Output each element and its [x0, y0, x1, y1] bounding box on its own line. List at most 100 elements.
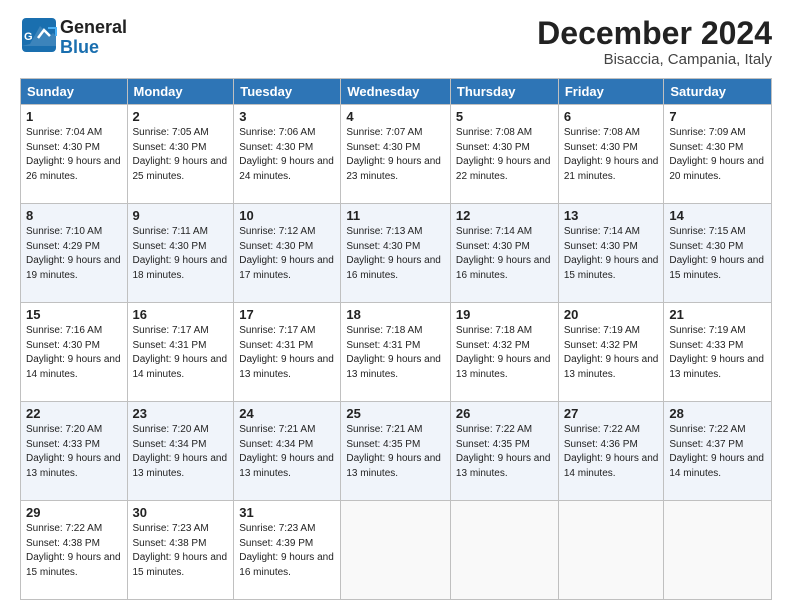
page: G General Blue December 2024 Bisaccia, C… — [0, 0, 792, 612]
day-info: Sunrise: 7:14 AMSunset: 4:30 PMDaylight:… — [456, 225, 553, 283]
day-number: 23 — [133, 406, 229, 421]
day-number: 26 — [456, 406, 553, 421]
day-info: Sunrise: 7:20 AMSunset: 4:34 PMDaylight:… — [133, 423, 229, 481]
title-block: December 2024 Bisaccia, Campania, Italy — [537, 16, 772, 68]
logo-icon: G — [20, 16, 58, 54]
calendar-week-5: 29 Sunrise: 7:22 AMSunset: 4:38 PMDayligh… — [21, 501, 772, 600]
location: Bisaccia, Campania, Italy — [537, 51, 772, 68]
day-number: 29 — [26, 505, 122, 520]
calendar-cell: 5Sunrise: 7:08 AMSunset: 4:30 PMDaylight… — [450, 105, 558, 204]
calendar-cell: 29 Sunrise: 7:22 AMSunset: 4:38 PMDayligh… — [21, 501, 128, 600]
day-number: 31 — [239, 505, 335, 520]
day-number: 17 — [239, 307, 335, 322]
day-info: Sunrise: 7:23 AMSunset: 4:38 PMDaylight:… — [133, 522, 229, 580]
day-number: 3 — [239, 109, 335, 124]
calendar-cell: 28 Sunrise: 7:22 AMSunset: 4:37 PMDayligh… — [664, 402, 772, 501]
month-title: December 2024 — [537, 16, 772, 51]
calendar-cell: 4 Sunrise: 7:07 AMSunset: 4:30 PMDaylight… — [341, 105, 451, 204]
calendar-cell: 19 Sunrise: 7:18 AMSunset: 4:32 PMDayligh… — [450, 303, 558, 402]
day-info: Sunrise: 7:07 AMSunset: 4:30 PMDaylight:… — [346, 126, 445, 184]
day-info: Sunrise: 7:11 AMSunset: 4:30 PMDaylight:… — [133, 225, 229, 283]
calendar-cell: 6 Sunrise: 7:08 AMSunset: 4:30 PMDaylight… — [558, 105, 664, 204]
day-info: Sunrise: 7:20 AMSunset: 4:33 PMDaylight:… — [26, 423, 122, 481]
day-info: Sunrise: 7:17 AMSunset: 4:31 PMDaylight:… — [239, 324, 335, 382]
day-number: 6 — [564, 109, 659, 124]
day-number: 19 — [456, 307, 553, 322]
day-info: Sunrise: 7:23 AMSunset: 4:39 PMDaylight:… — [239, 522, 335, 580]
day-info: Sunrise: 7:09 AMSunset: 4:30 PMDaylight:… — [669, 126, 766, 184]
calendar-cell: 31 Sunrise: 7:23 AMSunset: 4:39 PMDayligh… — [234, 501, 341, 600]
day-number: 7 — [669, 109, 766, 124]
calendar-cell: 22 Sunrise: 7:20 AMSunset: 4:33 PMDayligh… — [21, 402, 128, 501]
day-number: 2 — [133, 109, 229, 124]
day-number: 10 — [239, 208, 335, 223]
calendar-cell: 24Sunrise: 7:21 AMSunset: 4:34 PMDayligh… — [234, 402, 341, 501]
calendar-cell: 12 Sunrise: 7:14 AMSunset: 4:30 PMDayligh… — [450, 204, 558, 303]
calendar-cell: 18 Sunrise: 7:18 AMSunset: 4:31 PMDayligh… — [341, 303, 451, 402]
calendar-cell: 13 Sunrise: 7:14 AMSunset: 4:30 PMDayligh… — [558, 204, 664, 303]
day-info: Sunrise: 7:06 AMSunset: 4:30 PMDaylight:… — [239, 126, 335, 184]
day-info: Sunrise: 7:22 AMSunset: 4:36 PMDaylight:… — [564, 423, 659, 481]
day-info: Sunrise: 7:10 AMSunset: 4:29 PMDaylight:… — [26, 225, 122, 283]
day-info: Sunrise: 7:22 AMSunset: 4:37 PMDaylight:… — [669, 423, 766, 481]
calendar-cell: 7 Sunrise: 7:09 AMSunset: 4:30 PMDaylight… — [664, 105, 772, 204]
day-info: Sunrise: 7:13 AMSunset: 4:30 PMDaylight:… — [346, 225, 445, 283]
logo-general: General — [60, 17, 127, 37]
calendar-week-1: 1Sunrise: 7:04 AMSunset: 4:30 PMDaylight… — [21, 105, 772, 204]
day-info: Sunrise: 7:17 AMSunset: 4:31 PMDaylight:… — [133, 324, 229, 382]
calendar-cell: 15Sunrise: 7:16 AMSunset: 4:30 PMDayligh… — [21, 303, 128, 402]
weekday-header-monday: Monday — [127, 79, 234, 105]
day-number: 27 — [564, 406, 659, 421]
day-number: 25 — [346, 406, 445, 421]
day-number: 28 — [669, 406, 766, 421]
calendar-cell — [450, 501, 558, 600]
day-number: 20 — [564, 307, 659, 322]
calendar-cell — [558, 501, 664, 600]
day-number: 12 — [456, 208, 553, 223]
calendar-week-4: 22 Sunrise: 7:20 AMSunset: 4:33 PMDayligh… — [21, 402, 772, 501]
day-number: 30 — [133, 505, 229, 520]
day-number: 8 — [26, 208, 122, 223]
day-info: Sunrise: 7:15 AMSunset: 4:30 PMDaylight:… — [669, 225, 766, 283]
calendar-week-2: 8 Sunrise: 7:10 AMSunset: 4:29 PMDaylight… — [21, 204, 772, 303]
calendar-cell: 30 Sunrise: 7:23 AMSunset: 4:38 PMDayligh… — [127, 501, 234, 600]
day-number: 16 — [133, 307, 229, 322]
day-number: 13 — [564, 208, 659, 223]
day-number: 14 — [669, 208, 766, 223]
day-number: 5 — [456, 109, 553, 124]
day-number: 9 — [133, 208, 229, 223]
day-info: Sunrise: 7:18 AMSunset: 4:31 PMDaylight:… — [346, 324, 445, 382]
day-info: Sunrise: 7:21 AMSunset: 4:35 PMDaylight:… — [346, 423, 445, 481]
calendar-cell: 21 Sunrise: 7:19 AMSunset: 4:33 PMDayligh… — [664, 303, 772, 402]
logo: G General Blue — [20, 16, 127, 59]
day-info: Sunrise: 7:14 AMSunset: 4:30 PMDaylight:… — [564, 225, 659, 283]
day-number: 21 — [669, 307, 766, 322]
calendar-cell: 17 Sunrise: 7:17 AMSunset: 4:31 PMDayligh… — [234, 303, 341, 402]
calendar-cell: 2Sunrise: 7:05 AMSunset: 4:30 PMDaylight… — [127, 105, 234, 204]
day-info: Sunrise: 7:08 AMSunset: 4:30 PMDaylight:… — [564, 126, 659, 184]
weekday-header-saturday: Saturday — [664, 79, 772, 105]
day-info: Sunrise: 7:12 AMSunset: 4:30 PMDaylight:… — [239, 225, 335, 283]
weekday-header-sunday: Sunday — [21, 79, 128, 105]
calendar-cell: 16 Sunrise: 7:17 AMSunset: 4:31 PMDayligh… — [127, 303, 234, 402]
weekday-header-tuesday: Tuesday — [234, 79, 341, 105]
day-number: 22 — [26, 406, 122, 421]
calendar-cell: 27 Sunrise: 7:22 AMSunset: 4:36 PMDayligh… — [558, 402, 664, 501]
day-info: Sunrise: 7:22 AMSunset: 4:38 PMDaylight:… — [26, 522, 122, 580]
header: G General Blue December 2024 Bisaccia, C… — [20, 16, 772, 68]
calendar-cell: 8 Sunrise: 7:10 AMSunset: 4:29 PMDaylight… — [21, 204, 128, 303]
logo-blue: Blue — [60, 37, 99, 57]
day-info: Sunrise: 7:21 AMSunset: 4:34 PMDaylight:… — [239, 423, 335, 481]
weekday-header-wednesday: Wednesday — [341, 79, 451, 105]
calendar-cell: 20Sunrise: 7:19 AMSunset: 4:32 PMDayligh… — [558, 303, 664, 402]
day-number: 18 — [346, 307, 445, 322]
logo-text: General Blue — [60, 18, 127, 58]
weekday-header-thursday: Thursday — [450, 79, 558, 105]
day-info: Sunrise: 7:18 AMSunset: 4:32 PMDaylight:… — [456, 324, 553, 382]
calendar-cell: 11Sunrise: 7:13 AMSunset: 4:30 PMDayligh… — [341, 204, 451, 303]
calendar-cell: 1Sunrise: 7:04 AMSunset: 4:30 PMDaylight… — [21, 105, 128, 204]
day-number: 4 — [346, 109, 445, 124]
svg-text:G: G — [24, 31, 33, 43]
day-info: Sunrise: 7:19 AMSunset: 4:33 PMDaylight:… — [669, 324, 766, 382]
day-info: Sunrise: 7:22 AMSunset: 4:35 PMDaylight:… — [456, 423, 553, 481]
